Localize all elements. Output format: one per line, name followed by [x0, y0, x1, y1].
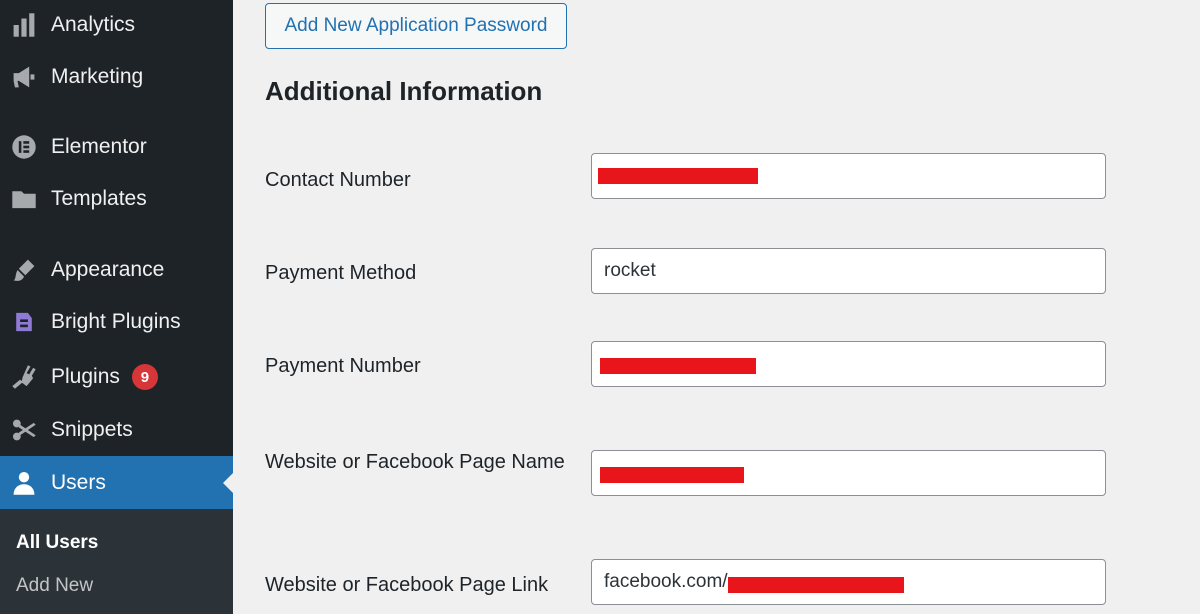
- contact-number-label: Contact Number: [265, 169, 411, 191]
- page-link-value: facebook.com/: [604, 571, 728, 592]
- payment-number-field[interactable]: [591, 341, 1106, 387]
- redaction-mark: [598, 168, 758, 184]
- section-title: Additional Information: [265, 76, 543, 106]
- page-name-label: Website or Facebook Page Name: [265, 451, 565, 473]
- sidebar-item-label: Bright Plugins: [51, 310, 181, 333]
- scissors-icon: [9, 415, 39, 445]
- payment-method-label: Payment Method: [265, 262, 417, 284]
- sidebar-item-label: Elementor: [51, 135, 147, 158]
- sidebar-item-templates[interactable]: Templates: [0, 174, 233, 224]
- redaction-mark: [600, 467, 744, 483]
- sidebar-item-label: Appearance: [51, 258, 165, 281]
- sidebar-item-label: Plugins: [51, 365, 120, 388]
- add-application-password-button[interactable]: Add New Application Password: [265, 3, 567, 49]
- payment-method-field[interactable]: rocket: [591, 248, 1106, 294]
- submenu-item-all-users[interactable]: All Users: [16, 532, 98, 554]
- sidebar-item-snippets[interactable]: Snippets: [0, 405, 233, 455]
- sidebar-item-label: Snippets: [51, 418, 133, 441]
- sidebar-item-plugins[interactable]: Plugins 9: [0, 352, 233, 402]
- users-submenu: All Users Add New: [0, 509, 233, 614]
- paintbrush-icon: [9, 255, 39, 285]
- admin-sidebar: Analytics Marketing Elementor Templates …: [0, 0, 233, 614]
- sidebar-item-label: Marketing: [51, 65, 144, 88]
- sidebar-item-bright-plugins[interactable]: Bright Plugins: [0, 297, 233, 347]
- plug-icon: [9, 362, 39, 392]
- submenu-item-add-new[interactable]: Add New: [16, 575, 93, 597]
- sidebar-item-label: Users: [51, 470, 106, 494]
- user-icon: [9, 468, 39, 498]
- page-name-field[interactable]: [591, 450, 1106, 496]
- elementor-icon: [9, 132, 39, 162]
- sidebar-item-label: Analytics: [51, 13, 136, 36]
- redaction-mark: [727, 577, 904, 593]
- megaphone-icon: [9, 62, 39, 92]
- contact-number-field[interactable]: [591, 153, 1106, 199]
- sidebar-item-users[interactable]: Users: [0, 456, 233, 509]
- page-link-label: Website or Facebook Page Link: [265, 574, 549, 596]
- sidebar-item-elementor[interactable]: Elementor: [0, 122, 233, 172]
- redaction-mark: [600, 358, 756, 374]
- sidebar-item-analytics[interactable]: Analytics: [0, 0, 233, 50]
- sidebar-item-marketing[interactable]: Marketing: [0, 52, 233, 102]
- sidebar-item-label: Templates: [51, 187, 147, 210]
- payment-method-value: rocket: [604, 260, 656, 281]
- update-count-badge: 9: [131, 364, 158, 390]
- bar-chart-icon: [9, 10, 39, 40]
- sidebar-item-appearance[interactable]: Appearance: [0, 245, 233, 295]
- folder-icon: [9, 184, 39, 214]
- bright-plugins-icon: [9, 307, 39, 337]
- page-link-field[interactable]: facebook.com/: [591, 559, 1106, 605]
- payment-number-label: Payment Number: [265, 355, 421, 377]
